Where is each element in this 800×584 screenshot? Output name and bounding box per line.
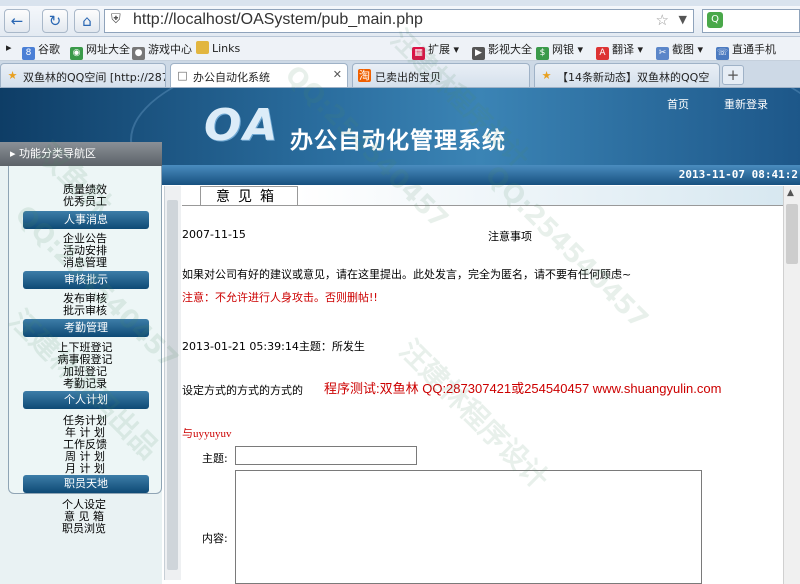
address-text[interactable]: http://localhost/OASystem/pub_main.php [133, 11, 423, 29]
subject-input[interactable] [235, 446, 417, 465]
content-tab-title: 意见箱 [200, 186, 298, 206]
sidebar-group-header[interactable]: 个人计划 [23, 391, 149, 409]
content-tab-background [298, 186, 800, 205]
sidebar-group-header[interactable]: 审核批示 [23, 271, 149, 289]
translate-icon: A [596, 47, 609, 60]
main-scrollbar[interactable]: ▲ [783, 186, 800, 584]
star-icon: ★ [7, 69, 18, 82]
arrow-right-icon: ▸ [10, 147, 16, 160]
search-box[interactable]: Q [702, 9, 800, 33]
sidebar-scrollbar[interactable] [164, 186, 181, 580]
bookmark-google[interactable]: 8 谷歌 [22, 41, 60, 60]
sidebar-title: ▸ 功能分类导航区 [0, 142, 162, 166]
star-icon[interactable]: ☆ [656, 11, 669, 29]
page-icon: □ [177, 69, 188, 82]
scroll-up-icon[interactable]: ▲ [787, 188, 794, 198]
system-title: 办公自动化管理系统 [290, 128, 506, 154]
sidebar-menu: 质量绩效 优秀员工 人事消息 企业公告 活动安排 消息管理 审核批示 发布审核 … [8, 166, 162, 494]
tab-oa-system[interactable]: □ 办公自动化系统 ✕ [170, 63, 348, 87]
toolbar-bank[interactable]: $ 网银 ▾ [536, 41, 583, 60]
shield-icon: ⛨ [111, 12, 121, 27]
sidebar-item[interactable]: 职员浏览 [8, 523, 160, 535]
bookmark-links[interactable]: Links [196, 41, 240, 55]
home-icon[interactable]: ⌂ [74, 9, 100, 33]
sidebar-item[interactable]: 优秀员工 [9, 196, 161, 208]
content-textarea[interactable] [235, 470, 702, 584]
bank-icon: $ [536, 47, 549, 60]
subject-label: 主题: [202, 452, 228, 465]
scrollbar-thumb[interactable] [167, 200, 178, 570]
tab-strip: ★ 双鱼林的QQ空间 [http://287 □ 办公自动化系统 ✕ 淘 已卖出… [0, 61, 800, 88]
sidebar: 质量绩效 优秀员工 人事消息 企业公告 活动安排 消息管理 审核批示 发布审核 … [0, 166, 162, 584]
toolbar-screenshot[interactable]: ✂ 截图 ▾ [656, 41, 703, 60]
close-icon[interactable]: ✕ [333, 68, 342, 81]
refresh-icon[interactable]: ↻ [42, 9, 68, 33]
search-engine-icon[interactable]: Q [707, 12, 723, 28]
toolbar-phone[interactable]: ☏ 直通手机 [716, 41, 776, 60]
gamepad-icon: ● [132, 47, 145, 60]
sidebar-group-header[interactable]: 考勤管理 [23, 319, 149, 337]
toolbar-extensions[interactable]: ▦ 扩展 ▾ [412, 41, 459, 60]
sidebar-item[interactable]: 消息管理 [9, 257, 161, 269]
notice-date: 2007-11-15 [182, 228, 246, 241]
google-icon: 8 [22, 47, 35, 60]
phone-icon: ☏ [716, 47, 729, 60]
folder-icon [196, 41, 209, 54]
address-bar[interactable]: ⛨ http://localhost/OASystem/pub_main.php… [104, 9, 694, 33]
star-icon: ★ [541, 69, 552, 82]
sidebar-item[interactable]: 批示审核 [9, 305, 161, 317]
back-icon[interactable]: ← [4, 9, 30, 33]
sidebar-group-header[interactable]: 职员天地 [23, 475, 149, 493]
scissors-icon: ✂ [656, 47, 669, 60]
new-tab-button[interactable]: + [722, 65, 744, 85]
notice-text: 如果对公司有好的建议或意见，请在这里提出。此处发言，完全为匿名，请不要有任何顾虑… [182, 268, 632, 281]
post-body: 设定方式的方式的方式的 [182, 384, 303, 397]
tab-qq-space[interactable]: ★ 双鱼林的QQ空间 [http://287 [0, 63, 166, 87]
content-label: 内容: [202, 532, 228, 545]
promo-text: 程序测试:双鱼林 QQ:287307421或254540457 www.shua… [324, 381, 722, 396]
bookmarks-arrow-icon[interactable]: ▸ [6, 41, 12, 54]
toolbar-translate[interactable]: A 翻译 ▾ [596, 41, 643, 60]
scrollbar-thumb[interactable] [786, 204, 798, 264]
bookmarks-bar: ▸ 8 谷歌 ◉ 网址大全 ● 游戏中心 Links ▦ 扩展 ▾ ▶ 影视大全 $ 网银 … [0, 37, 800, 61]
home-link[interactable]: 首页 [667, 96, 689, 112]
current-datetime: 2013-11-07 08:41:2 [678, 168, 798, 181]
bookmark-sites[interactable]: ◉ 网址大全 [70, 41, 130, 60]
tab-sold-items[interactable]: 淘 已卖出的宝贝 [352, 63, 530, 87]
sidebar-group-header[interactable]: 人事消息 [23, 211, 149, 229]
extensions-icon: ▦ [412, 47, 425, 60]
bookmark-games[interactable]: ● 游戏中心 [132, 41, 192, 60]
relogin-link[interactable]: 重新登录 [724, 96, 768, 112]
globe-icon: ◉ [70, 47, 83, 60]
notice-title: 注意事项 [488, 230, 532, 243]
toolbar-video[interactable]: ▶ 影视大全 [472, 41, 532, 60]
date-bar: 2013-11-07 08:41:2 [162, 165, 800, 185]
sidebar-item[interactable]: 考勤记录 [9, 378, 161, 390]
oa-logo: OA [204, 100, 280, 151]
video-icon: ▶ [472, 47, 485, 60]
tab-divider [182, 205, 800, 206]
navigation-toolbar: ← ↻ ⌂ ⛨ http://localhost/OASystem/pub_ma… [0, 6, 800, 37]
warning-text: 注意：不允许进行人身攻击。否则删帖!! [182, 291, 378, 304]
post-meta: 2013-01-21 05:39:14主题：所发生 [182, 340, 365, 353]
chevron-down-icon[interactable]: ▼ [679, 13, 687, 26]
tab-qq-updates[interactable]: ★ 【14条新动态】双鱼林的QQ空 [534, 63, 720, 87]
sidebar-item[interactable]: 月 计 划 [9, 463, 161, 475]
taobao-icon: 淘 [358, 69, 371, 82]
post-author: 与uyyuyuv [182, 428, 232, 440]
